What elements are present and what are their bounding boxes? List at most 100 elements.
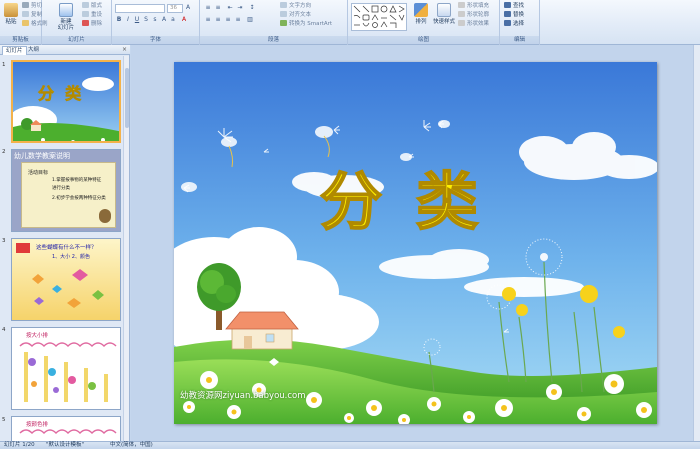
underline-icon[interactable]: U <box>133 16 141 24</box>
quick-styles-label: 快速样式 <box>432 19 455 25</box>
thumbnail-2-card: 活动目标 1.掌握按事物的某种特征 进行分类 2.初步学会按两种特征分类 <box>21 162 116 228</box>
case-icon[interactable]: a <box>169 16 177 24</box>
slide-title[interactable]: 分类 <box>316 162 516 242</box>
select-button[interactable]: 选择 <box>504 20 524 28</box>
bold-icon[interactable]: B <box>115 16 123 24</box>
drawing-group-label: 绘图 <box>348 36 499 44</box>
thumbnail-1-title: 分 类 <box>38 84 82 104</box>
slide-thumbnail-1[interactable]: 分 类 <box>11 60 121 143</box>
quick-styles-button[interactable]: 快速样式 <box>432 3 456 35</box>
slides-group-label: 幻灯片 <box>42 36 111 44</box>
arrange-button[interactable]: 排列 <box>412 3 430 35</box>
font-group: 36 A B I U S s A a A 字体 <box>112 0 200 45</box>
paragraph-group: ≡ ≡ ⇤ ⇥ ↕ ≡ ≡ ≡ ≡ ▥ 文字方向 对齐文本 转换为 SmartA… <box>200 0 348 45</box>
delete-button[interactable]: 删除 <box>82 20 102 28</box>
slide-thumbnail-5[interactable]: 按颜色排 <box>11 416 121 441</box>
reset-label: 重设 <box>91 12 103 18</box>
panel-tabs: 幻灯片 大纲 × <box>0 45 130 55</box>
align-center-icon[interactable]: ≡ <box>214 16 222 24</box>
align-right-icon[interactable]: ≡ <box>224 16 232 24</box>
shape-outline-label: 形状轮廓 <box>467 12 490 18</box>
cut-button[interactable]: 剪切 <box>22 2 42 10</box>
replace-button[interactable]: 替换 <box>504 11 524 19</box>
language-indicator[interactable]: 中文(简体，中国) <box>110 442 153 449</box>
thumbnail-2-line: 1.掌握按事物的某种特征 <box>52 178 102 183</box>
delete-label: 删除 <box>91 21 103 27</box>
spacing-icon[interactable]: A <box>160 16 168 24</box>
layout-icon <box>82 2 89 8</box>
owl-icon <box>99 209 111 223</box>
font-size-combo[interactable]: 36 <box>167 4 183 13</box>
shape-fill-button[interactable]: 形状填充 <box>458 2 489 10</box>
grow-font-icon[interactable]: A <box>184 4 192 12</box>
shape-effects-label: 形状效果 <box>467 21 490 27</box>
scroll-thumb[interactable] <box>125 68 129 128</box>
copy-button[interactable]: 复制 <box>22 11 42 19</box>
font-group-label: 字体 <box>112 36 199 44</box>
shadow-icon[interactable]: s <box>151 16 159 24</box>
text-direction-label: 文字方向 <box>289 3 312 9</box>
copy-icon <box>22 11 29 17</box>
cut-label: 剪切 <box>31 3 43 9</box>
slide-number: 1 <box>2 62 6 68</box>
align-left-icon[interactable]: ≡ <box>204 16 212 24</box>
text-direction-icon <box>280 2 287 8</box>
align-text-button[interactable]: 对齐文本 <box>280 11 311 19</box>
shapes-gallery[interactable] <box>351 3 407 31</box>
increase-indent-icon[interactable]: ⇥ <box>236 4 244 12</box>
panel-scrollbar[interactable] <box>123 56 129 441</box>
layout-label: 版式 <box>91 3 103 9</box>
editor-scrollbar[interactable] <box>693 45 700 441</box>
binoculars-icon <box>504 2 511 8</box>
line-spacing-icon[interactable]: ↕ <box>248 4 256 12</box>
justify-icon[interactable]: ≡ <box>234 16 242 24</box>
close-icon[interactable]: × <box>122 46 127 53</box>
effects-icon <box>458 20 465 26</box>
paste-button[interactable]: 粘贴 <box>1 3 21 35</box>
slide-thumbnail-3[interactable]: 这些蝴蝶有什么不一样？ 1、大小 2、颜色 <box>11 238 121 321</box>
slide-count: 幻灯片 1/20 <box>4 442 35 448</box>
smartart-icon <box>280 20 287 26</box>
quick-styles-icon <box>437 3 451 17</box>
slide-number: 4 <box>2 327 6 333</box>
smartart-button[interactable]: 转换为 SmartArt <box>280 20 332 28</box>
status-bar: 幻灯片 1/20 "默认设计模板" 中文(简体，中国) <box>0 441 700 449</box>
shape-effects-button[interactable]: 形状效果 <box>458 20 489 28</box>
font-color-icon[interactable]: A <box>180 16 188 24</box>
slides-group: 新建 幻灯片 版式 重设 删除 幻灯片 <box>42 0 112 45</box>
font-name-combo[interactable] <box>115 4 165 13</box>
slide-editing-area: 分类 幼教资源网ziyuan.babyou.com <box>131 45 700 441</box>
strikethrough-icon[interactable]: S <box>142 16 150 24</box>
thumbnail-2-line: 活动目标 <box>28 170 49 176</box>
reset-button[interactable]: 重设 <box>82 11 102 19</box>
replace-label: 替换 <box>513 12 525 18</box>
shape-outline-button[interactable]: 形状轮廓 <box>458 11 489 19</box>
select-label: 选择 <box>513 21 525 27</box>
decrease-indent-icon[interactable]: ⇤ <box>226 4 234 12</box>
copy-label: 复制 <box>31 12 43 18</box>
font-size-value: 36 <box>170 5 177 11</box>
current-slide[interactable]: 分类 幼教资源网ziyuan.babyou.com <box>174 62 657 424</box>
paste-label: 粘贴 <box>5 19 17 25</box>
text-direction-button[interactable]: 文字方向 <box>280 2 311 10</box>
bullets-icon[interactable]: ≡ <box>204 4 212 12</box>
slide-thumbnail-2[interactable]: 幼儿数学教案说明 活动目标 1.掌握按事物的某种特征 进行分类 2.初步学会按两… <box>11 149 121 232</box>
editing-group-label: 编辑 <box>500 36 539 44</box>
numbering-icon[interactable]: ≡ <box>214 4 222 12</box>
italic-icon[interactable]: I <box>124 16 132 24</box>
brush-icon <box>22 20 29 26</box>
tab-slides[interactable]: 幻灯片 <box>2 46 27 55</box>
find-button[interactable]: 查找 <box>504 2 524 10</box>
new-slide-button[interactable]: 新建 幻灯片 <box>54 3 78 35</box>
thumbnail-2-line: 进行分类 <box>52 186 70 191</box>
slide-background-art <box>174 62 657 424</box>
tab-outline[interactable]: 大纲 <box>25 46 42 55</box>
columns-icon[interactable]: ▥ <box>246 16 254 24</box>
slide-number: 3 <box>2 238 6 244</box>
thumbnail-2-title: 幼儿数学教案说明 <box>14 152 70 160</box>
watermark-text: 幼教资源网ziyuan.babyou.com <box>180 391 306 401</box>
theme-name: "默认设计模板" <box>46 442 85 448</box>
slide-thumbnail-4[interactable]: 按大小排 <box>11 327 121 410</box>
layout-button[interactable]: 版式 <box>82 2 102 10</box>
arrange-label: 排列 <box>415 19 427 25</box>
